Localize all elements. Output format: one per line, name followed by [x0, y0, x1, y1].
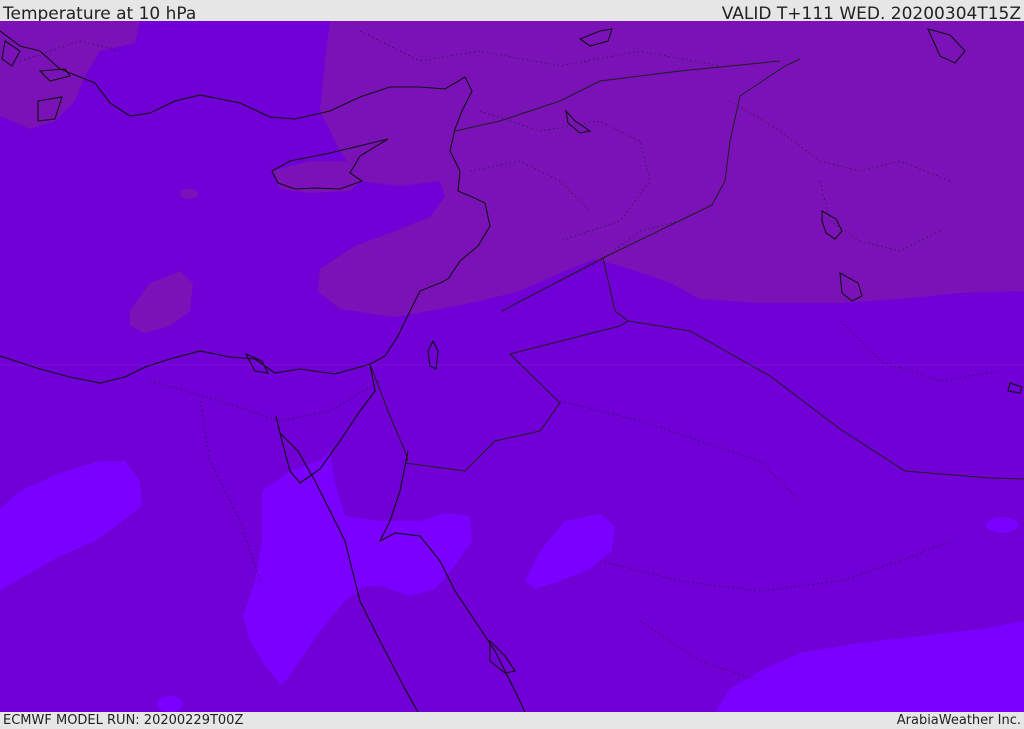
cool-temperature-spot-south	[157, 696, 183, 712]
model-run: ECMWF MODEL RUN: 20200229T00Z	[3, 713, 244, 728]
weather-map[interactable]	[0, 21, 1024, 712]
warm-temperature-zone	[318, 21, 1024, 317]
credit: ArabiaWeather Inc.	[896, 713, 1021, 728]
footer-bar: ECMWF MODEL RUN: 20200229T00Z ArabiaWeat…	[0, 712, 1024, 729]
header-bar: Temperature at 10 hPa VALID T+111 WED. 2…	[0, 0, 1024, 24]
map-canvas	[0, 21, 1024, 712]
warm-temperature-spot	[180, 189, 198, 199]
cool-temperature-spot-east	[986, 517, 1018, 533]
